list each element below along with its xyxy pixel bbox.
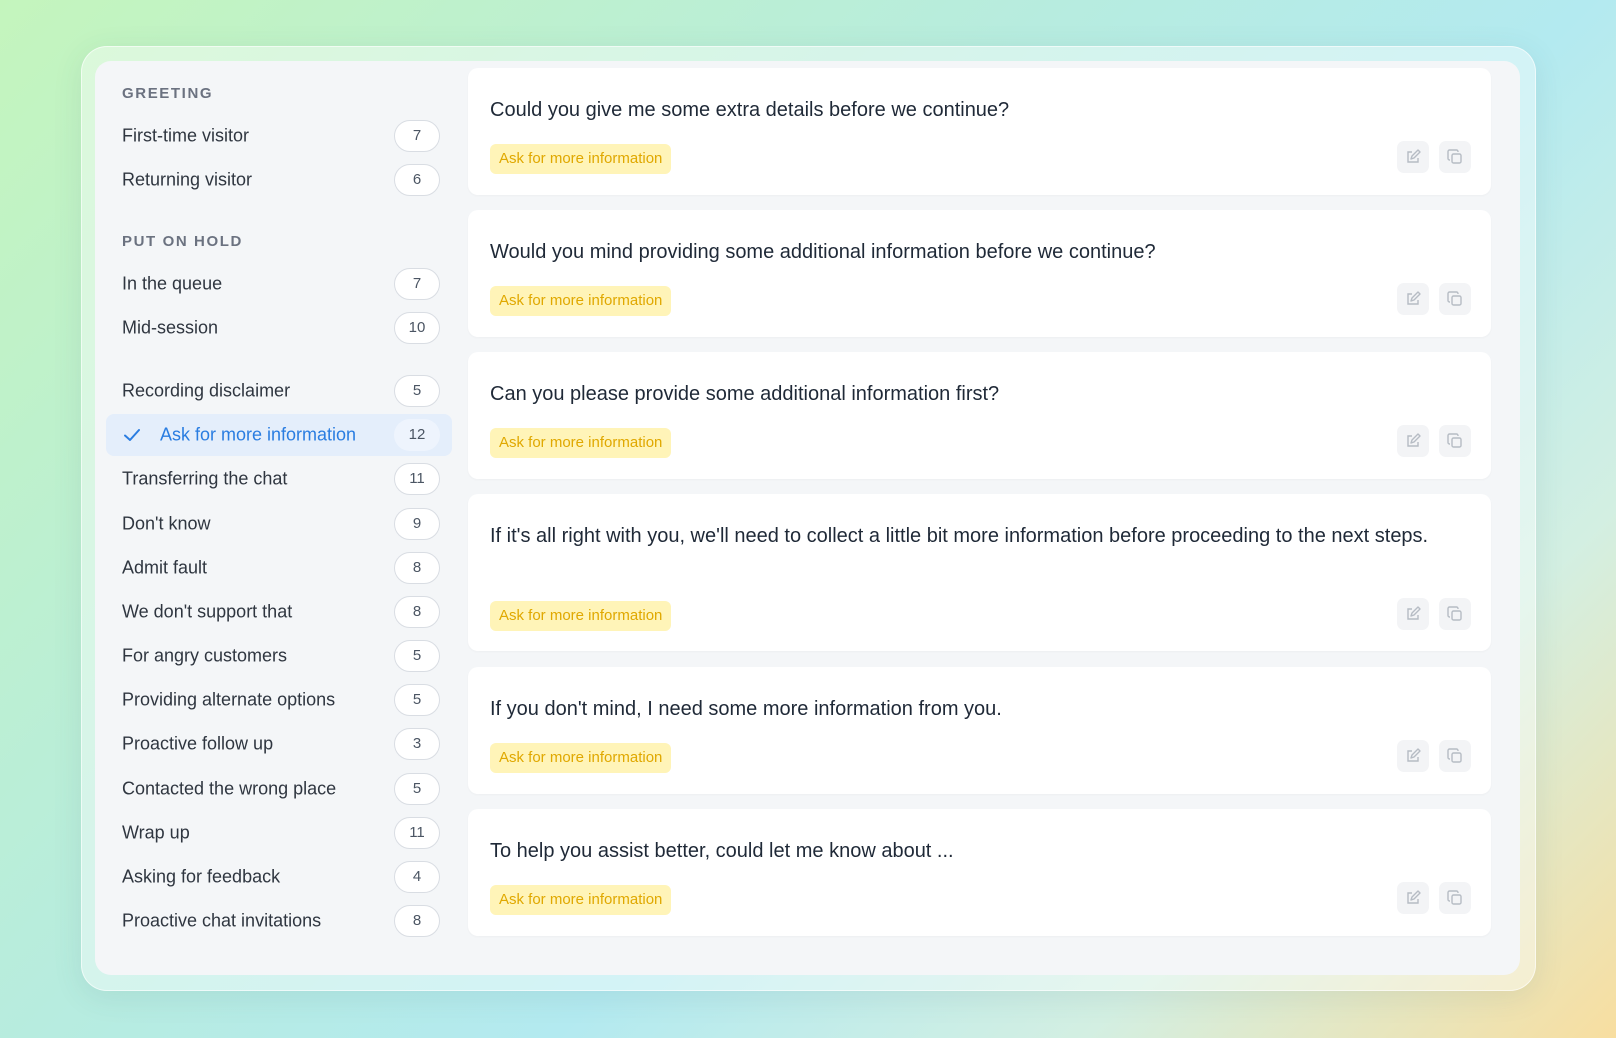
copy-button[interactable] <box>1439 425 1471 457</box>
category-tag[interactable]: Ask for more information <box>490 428 672 458</box>
count-badge: 5 <box>394 375 440 407</box>
sidebar-item-proactive-follow-up[interactable]: Proactive follow up 3 <box>106 723 452 765</box>
count-badge: 9 <box>394 508 440 540</box>
copy-icon <box>1447 890 1462 905</box>
sidebar-item-recording-disclaimer[interactable]: Recording disclaimer 5 <box>106 370 452 412</box>
count-badge: 7 <box>394 120 440 152</box>
sidebar-item-asking-for-feedback[interactable]: Asking for feedback 4 <box>106 856 452 898</box>
sidebar-item-first-time-visitor[interactable]: First-time visitor 7 <box>106 115 452 157</box>
sidebar-item-label: Wrap up <box>122 822 190 843</box>
sidebar-item-label: Recording disclaimer <box>122 380 291 401</box>
category-tag[interactable]: Ask for more information <box>490 286 672 316</box>
count-badge: 12 <box>394 419 440 451</box>
sidebar: GREETING First-time visitor 7 Returning … <box>95 61 467 975</box>
sidebar-item-label: Asking for feedback <box>122 866 281 887</box>
edit-button[interactable] <box>1397 141 1429 173</box>
sidebar-item-label: First-time visitor <box>122 125 249 146</box>
edit-button[interactable] <box>1397 598 1429 630</box>
count-badge: 7 <box>394 268 440 300</box>
sidebar-item-label: We don't support that <box>122 601 293 622</box>
response-card[interactable]: If you don't mind, I need some more info… <box>468 667 1491 794</box>
sidebar-item-in-the-queue[interactable]: In the queue 7 <box>106 263 452 305</box>
count-badge: 11 <box>394 817 440 849</box>
count-badge: 8 <box>394 905 440 937</box>
copy-button[interactable] <box>1439 598 1471 630</box>
copy-icon <box>1447 748 1462 763</box>
count-badge: 8 <box>394 552 440 584</box>
edit-icon <box>1407 890 1421 904</box>
sidebar-item-contacted-the-wrong-place[interactable]: Contacted the wrong place 5 <box>106 768 452 810</box>
edit-icon <box>1407 291 1421 305</box>
response-card[interactable]: Could you give me some extra details bef… <box>468 68 1491 195</box>
sidebar-item-label: For angry customers <box>122 645 288 666</box>
response-card[interactable]: Would you mind providing some additional… <box>468 210 1491 337</box>
category-tag[interactable]: Ask for more information <box>490 144 672 174</box>
copy-button[interactable] <box>1439 141 1471 173</box>
edit-button[interactable] <box>1397 425 1429 457</box>
copy-icon <box>1447 433 1462 448</box>
group-title-greeting: GREETING <box>122 85 214 102</box>
edit-icon <box>1407 149 1421 163</box>
copy-icon <box>1447 149 1462 164</box>
sidebar-item-label: Transferring the chat <box>122 468 288 489</box>
sidebar-item-mid-session[interactable]: Mid-session 10 <box>106 307 452 349</box>
group-title-put-on-hold: PUT ON HOLD <box>122 233 243 250</box>
response-card[interactable]: If it's all right with you, we'll need t… <box>468 494 1491 651</box>
count-badge: 5 <box>394 773 440 805</box>
sidebar-item-dont-know[interactable]: Don't know 9 <box>106 503 452 545</box>
category-tag[interactable]: Ask for more information <box>490 601 672 631</box>
sidebar-item-label: Returning visitor <box>122 169 253 190</box>
count-badge: 3 <box>394 728 440 760</box>
edit-button[interactable] <box>1397 882 1429 914</box>
edit-icon <box>1407 433 1421 447</box>
response-card[interactable]: Can you please provide some additional i… <box>468 352 1491 479</box>
response-card[interactable]: To help you assist better, could let me … <box>468 809 1491 936</box>
count-badge: 10 <box>394 312 440 344</box>
sidebar-item-returning-visitor[interactable]: Returning visitor 6 <box>106 159 452 201</box>
sidebar-item-label: Don't know <box>122 513 211 534</box>
count-badge: 4 <box>394 861 440 893</box>
copy-button[interactable] <box>1439 740 1471 772</box>
count-badge: 8 <box>394 596 440 628</box>
canned-responses-panel: GREETING First-time visitor 7 Returning … <box>95 61 1520 975</box>
sidebar-item-label: Contacted the wrong place <box>122 778 337 799</box>
count-badge: 11 <box>394 463 440 495</box>
sidebar-item-label: Proactive follow up <box>122 733 274 754</box>
sidebar-item-wrap-up[interactable]: Wrap up 11 <box>106 812 452 854</box>
edit-icon <box>1407 606 1421 620</box>
response-text: Can you please provide some additional i… <box>490 383 1000 405</box>
category-tag[interactable]: Ask for more information <box>490 743 672 773</box>
sidebar-item-label: Mid-session <box>122 317 219 338</box>
sidebar-item-we-dont-support-that[interactable]: We don't support that 8 <box>106 591 452 633</box>
sidebar-item-label: In the queue <box>122 273 223 294</box>
count-badge: 5 <box>394 640 440 672</box>
response-text: Could you give me some extra details bef… <box>490 99 1010 121</box>
sidebar-item-label: Ask for more information <box>160 424 357 445</box>
check-icon <box>122 425 142 445</box>
copy-icon <box>1447 606 1462 621</box>
edit-icon <box>1407 748 1421 762</box>
sidebar-item-transferring-the-chat[interactable]: Transferring the chat 11 <box>106 458 452 500</box>
edit-button[interactable] <box>1397 740 1429 772</box>
response-text: To help you assist better, could let me … <box>490 840 954 862</box>
copy-button[interactable] <box>1439 882 1471 914</box>
sidebar-item-providing-alternate-options[interactable]: Providing alternate options 5 <box>106 679 452 721</box>
sidebar-item-ask-for-more-information[interactable]: Ask for more information 12 <box>106 414 452 456</box>
sidebar-item-proactive-chat-invitations[interactable]: Proactive chat invitations 8 <box>106 900 452 942</box>
sidebar-item-label: Admit fault <box>122 557 208 578</box>
sidebar-item-for-angry-customers[interactable]: For angry customers 5 <box>106 635 452 677</box>
copy-button[interactable] <box>1439 283 1471 315</box>
response-text: If it's all right with you, we'll need t… <box>490 525 1429 547</box>
sidebar-item-label: Proactive chat invitations <box>122 910 322 931</box>
response-text: Would you mind providing some additional… <box>490 241 1156 263</box>
category-tag[interactable]: Ask for more information <box>490 885 672 915</box>
count-badge: 6 <box>394 164 440 196</box>
response-text: If you don't mind, I need some more info… <box>490 698 1002 720</box>
sidebar-item-label: Providing alternate options <box>122 689 336 710</box>
copy-icon <box>1447 291 1462 306</box>
count-badge: 5 <box>394 684 440 716</box>
edit-button[interactable] <box>1397 283 1429 315</box>
sidebar-item-admit-fault[interactable]: Admit fault 8 <box>106 547 452 589</box>
